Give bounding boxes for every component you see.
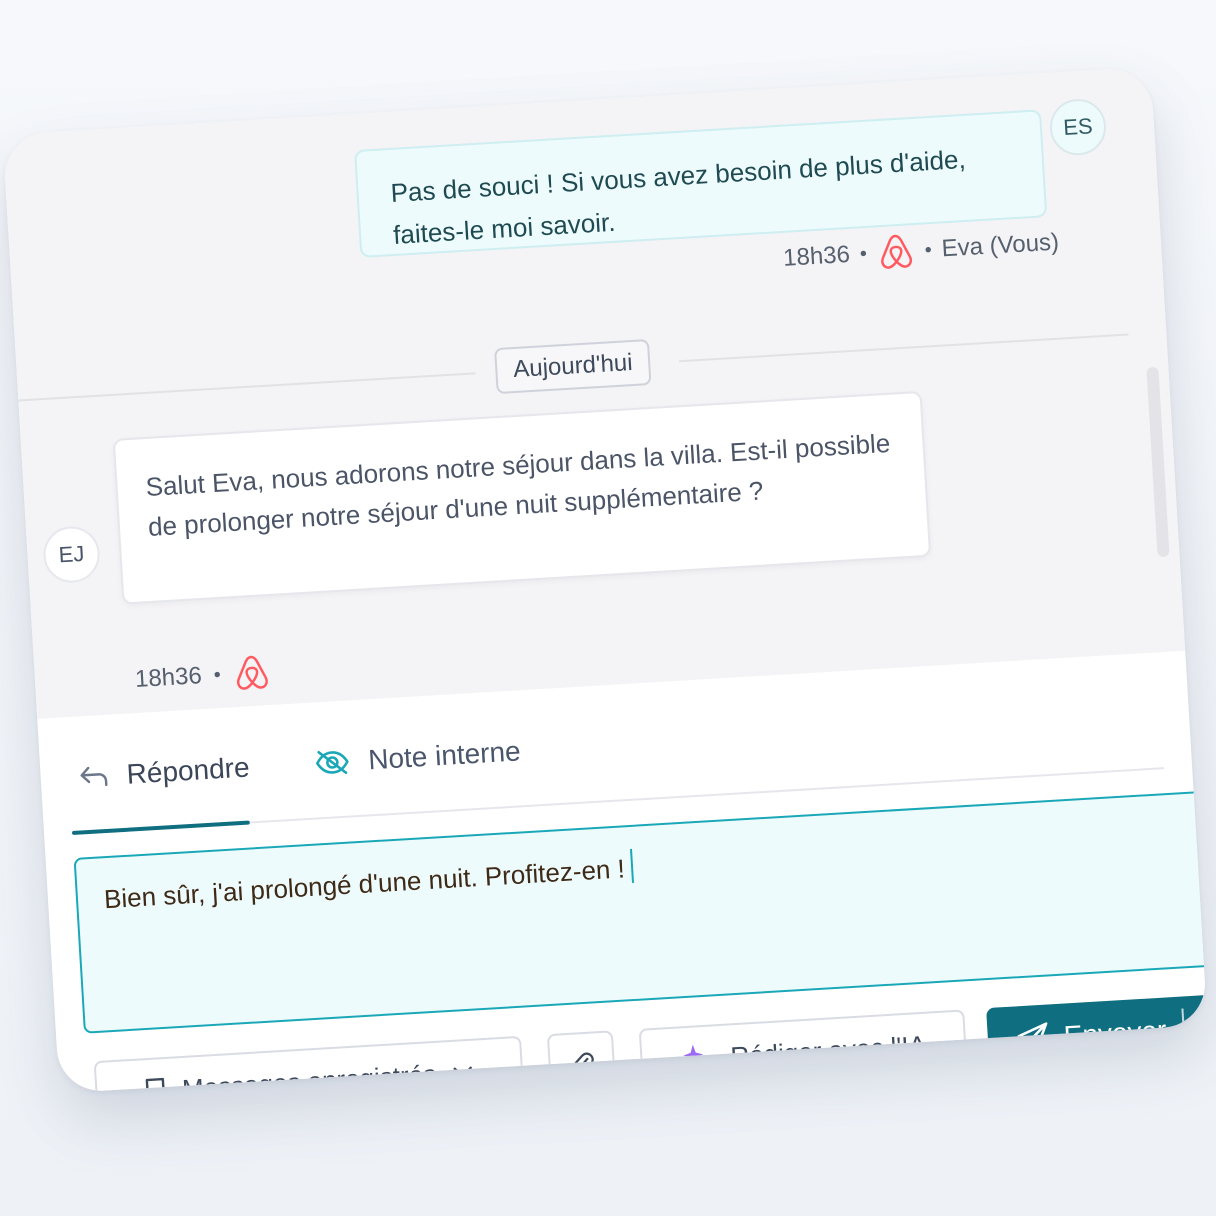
tab-internal-note[interactable]: Note interne <box>313 735 521 779</box>
incoming-message-text: Salut Eva, nous adorons notre séjour dan… <box>144 427 892 542</box>
send-icon <box>1015 1020 1051 1056</box>
meta-separator: • <box>213 663 222 686</box>
ai-compose-label: Rédiger avec l'IA <box>729 1029 927 1071</box>
saved-messages-dropdown[interactable]: Messages enregistrés <box>93 1035 525 1094</box>
day-divider-line-right <box>679 333 1129 363</box>
conversation-panel: Pas de souci ! Si vous avez besoin de pl… <box>2 66 1208 1094</box>
day-divider-label: Aujourd'hui <box>512 349 634 384</box>
reply-text-editor[interactable]: Bien sûr, j'ai prolongé d'une nuit. Prof… <box>73 790 1208 1034</box>
incoming-message-bubble: Salut Eva, nous adorons notre séjour dan… <box>112 390 932 605</box>
reply-arrow-icon <box>78 764 109 790</box>
message-time: 18h36 <box>134 662 203 694</box>
avatar-guest: EJ <box>41 524 102 585</box>
message-sender: Eva (Vous) <box>940 228 1060 263</box>
tab-internal-note-label: Note interne <box>367 735 522 776</box>
message-thread: Pas de souci ! Si vous avez besoin de pl… <box>2 66 1186 719</box>
avatar-initials: ES <box>1062 113 1094 141</box>
chevron-down-icon <box>452 1065 475 1080</box>
avatar-initials: EJ <box>57 540 86 568</box>
meta-separator: • <box>924 238 933 261</box>
outgoing-message-meta: 18h36 • • Eva (Vous) <box>782 223 1060 279</box>
meta-separator: • <box>859 242 868 265</box>
stage: Pas de souci ! Si vous avez besoin de pl… <box>0 0 1216 1216</box>
reply-text: Bien sûr, j'ai prolongé d'une nuit. Prof… <box>103 853 626 915</box>
avatar-host: ES <box>1048 97 1108 157</box>
tab-reply[interactable]: Répondre <box>78 751 251 793</box>
message-time: 18h36 <box>782 240 851 272</box>
airbnb-icon <box>876 231 916 273</box>
eye-off-icon <box>314 747 352 777</box>
active-tab-indicator <box>71 820 250 836</box>
airbnb-icon <box>232 652 272 694</box>
sparkle-icon <box>680 1040 716 1076</box>
day-divider-line-left <box>18 372 476 402</box>
thread-scrollbar[interactable] <box>1146 366 1170 558</box>
send-label: Envoyer <box>1062 1014 1168 1052</box>
attach-file-button[interactable] <box>546 1030 617 1094</box>
text-caret <box>629 848 634 883</box>
day-divider-badge: Aujourd'hui <box>494 338 652 395</box>
paperclip-icon <box>567 1050 597 1080</box>
incoming-message-meta: 18h36 • <box>134 652 272 700</box>
chevron-down-icon[interactable] <box>1200 1020 1208 1035</box>
ai-compose-button[interactable]: Rédiger avec l'IA <box>638 1009 969 1094</box>
send-split-divider <box>1181 1008 1186 1051</box>
bookmark-icon <box>144 1076 168 1094</box>
saved-messages-label: Messages enregistrés <box>181 1058 438 1094</box>
send-button[interactable]: Envoyer <box>986 992 1208 1075</box>
tab-reply-label: Répondre <box>125 751 251 790</box>
